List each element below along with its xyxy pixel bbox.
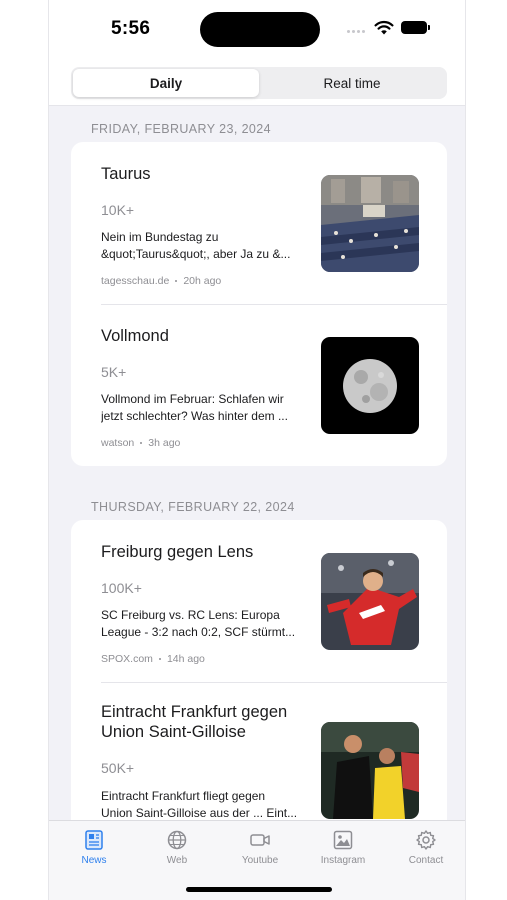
- trend-source: tagesschau.de: [101, 275, 170, 287]
- trend-meta: tagesschau.de 20h ago: [101, 275, 221, 287]
- trend-age: 3h ago: [148, 437, 181, 449]
- trend-title: Taurus: [101, 165, 151, 183]
- trend-source: watson: [101, 437, 135, 449]
- trend-traffic: 5K+: [101, 364, 127, 380]
- trend-snippet: Vollmond im Februar: Schlafen wir jetzt …: [101, 392, 288, 423]
- trend-item-vollmond[interactable]: Vollmond 5K+ Vollmond im Februar: Schlaf…: [71, 304, 447, 466]
- newspaper-icon: [85, 830, 103, 850]
- separator-dot: [158, 658, 161, 660]
- trend-card: Freiburg gegen Lens 100K+ SC Freiburg vs…: [71, 520, 447, 820]
- tab-label: Contact: [408, 855, 444, 866]
- tab-label: News: [81, 855, 107, 866]
- status-time: 5:56: [111, 18, 151, 39]
- trend-age: 20h ago: [183, 275, 222, 287]
- home-indicator[interactable]: [186, 887, 332, 892]
- trend-traffic: 10K+: [101, 202, 135, 218]
- phone-screen: 5:56 Daily Real time FRIDAY, FEBRUARY 23…: [48, 0, 466, 900]
- trend-item-taurus[interactable]: Taurus 10K+ Nein im Bundestag zu &quot;T…: [71, 142, 447, 304]
- football-player-image: [321, 553, 419, 650]
- trend-source: SPOX.com: [101, 653, 153, 665]
- football-match-image: [321, 722, 419, 819]
- trend-card: Taurus 10K+ Nein im Bundestag zu &quot;T…: [71, 142, 447, 466]
- cellular-signal-icon: [347, 30, 365, 33]
- wifi-icon: [374, 20, 394, 35]
- trend-traffic: 100K+: [101, 580, 142, 596]
- section-date: THURSDAY, FEBRUARY 22, 2024: [91, 500, 295, 514]
- trend-title: Eintracht Frankfurt gegen Union Saint-Gi…: [101, 703, 288, 741]
- trend-item-eintracht-frankfurt[interactable]: Eintracht Frankfurt gegen Union Saint-Gi…: [71, 682, 447, 820]
- tab-label: Instagram: [320, 855, 366, 866]
- parliament-image: [321, 175, 419, 272]
- gear-icon: [416, 830, 436, 850]
- tab-instagram[interactable]: Instagram: [308, 829, 378, 866]
- trend-meta: SPOX.com 14h ago: [101, 653, 205, 665]
- separator-dot: [175, 280, 178, 282]
- status-bar: 5:56: [49, 0, 465, 58]
- tab-bar: News Web Youtube Instagram Contact: [49, 820, 465, 900]
- tab-web[interactable]: Web: [142, 829, 212, 866]
- moon-image: [321, 337, 419, 434]
- separator-dot: [140, 442, 143, 444]
- video-camera-icon: [250, 834, 270, 846]
- photo-icon: [333, 830, 353, 850]
- trend-title: Vollmond: [101, 327, 169, 345]
- dynamic-island: [200, 12, 320, 47]
- tab-contact[interactable]: Contact: [391, 829, 461, 866]
- trend-age: 14h ago: [166, 653, 205, 665]
- trend-snippet: SC Freiburg vs. RC Lens: Europa League -…: [101, 608, 296, 639]
- trend-item-freiburg-gegen-lens[interactable]: Freiburg gegen Lens 100K+ SC Freiburg vs…: [71, 520, 447, 682]
- trends-list[interactable]: FRIDAY, FEBRUARY 23, 2024 Taurus 10K+ Ne…: [49, 106, 465, 820]
- trend-snippet: Eintracht Frankfurt fliegt gegen Union S…: [101, 789, 298, 820]
- tab-label: Web: [166, 855, 188, 866]
- trend-snippet: Nein im Bundestag zu &quot;Taurus&quot;,…: [101, 230, 291, 261]
- trend-meta: watson 3h ago: [101, 437, 180, 449]
- trend-title: Freiburg gegen Lens: [101, 543, 254, 561]
- section-date: FRIDAY, FEBRUARY 23, 2024: [91, 122, 271, 136]
- segmented-control-bar: Daily Real time: [49, 58, 465, 106]
- segment-daily[interactable]: Daily: [73, 69, 259, 97]
- tab-label: Youtube: [241, 855, 279, 866]
- segment-real-time[interactable]: Real time: [259, 69, 445, 97]
- trend-traffic: 50K+: [101, 760, 135, 776]
- segmented-control: Daily Real time: [71, 67, 447, 99]
- tab-news[interactable]: News: [59, 829, 129, 866]
- globe-icon: [167, 830, 187, 850]
- battery-icon: [401, 21, 430, 34]
- tab-youtube[interactable]: Youtube: [225, 829, 295, 866]
